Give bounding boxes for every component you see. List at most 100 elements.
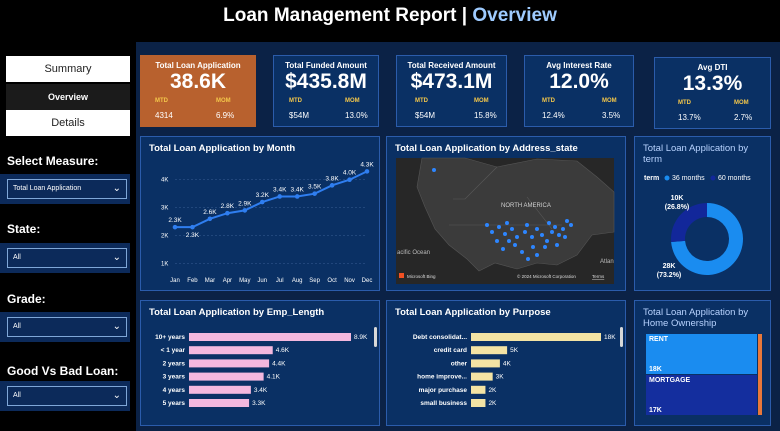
kpi-card-avg-interest-rate[interactable]: Avg Interest Rate 12.0% MTD MOM 12.4% 3.… <box>524 55 634 127</box>
x-tick-label: Dec <box>362 278 373 284</box>
kpi-value: 13.3% <box>682 72 743 95</box>
term-donut-panel[interactable]: Total Loan Application by term term 36 mo… <box>634 136 771 291</box>
main-canvas: Total Loan Application 38.6K MTD MOM 431… <box>136 42 780 431</box>
y-tick-label: 4K <box>161 178 168 184</box>
x-tick-label: Feb <box>187 278 198 284</box>
kpi-value: 12.0% <box>549 70 609 93</box>
kpi-mom-label: MOM <box>216 98 231 104</box>
data-point <box>312 191 317 196</box>
data-label: 2.3K <box>168 217 182 224</box>
home-ownership-panel[interactable]: Total Loan Application by Home Ownership… <box>634 300 771 426</box>
data-point <box>277 194 283 199</box>
data-label: 2K <box>488 387 497 394</box>
x-tick-label: Sep <box>309 278 320 284</box>
state-map[interactable]: NORTH AMERICA acific Ocean Atlan Microso… <box>387 137 625 290</box>
nav-overview-button[interactable]: Overview <box>6 84 130 110</box>
data-label: 2.9K <box>238 200 252 207</box>
kpi-card-total-loan-application[interactable]: Total Loan Application 38.6K MTD MOM 431… <box>140 55 256 127</box>
map-terms-link[interactable]: Terms <box>592 274 605 279</box>
legend-item: 36 months <box>672 175 705 182</box>
state-select[interactable]: All ⌄ <box>0 243 130 273</box>
x-tick-label: May <box>239 278 250 284</box>
monthly-line-chart-panel[interactable]: Total Loan Application by Month 1K 2K 3K 4K… <box>140 136 380 291</box>
state-dot <box>523 230 527 234</box>
monthly-line-chart: 1K 2K 3K 4K 2.3K Jan 2.3K Feb 2.6K Mar 2.8K Apr 2.9K… <box>161 161 374 284</box>
treemap-other-tile[interactable] <box>758 334 762 415</box>
treemap-mortgage-tile[interactable]: MORTGAGE 17K <box>646 375 757 415</box>
measure-select-box[interactable]: Total Loan Application ⌄ <box>7 179 127 199</box>
nav-summary-button[interactable]: Summary <box>6 56 130 82</box>
data-label: 3.3K <box>252 400 266 407</box>
treemap-rent-tile[interactable]: RENT 18K <box>646 334 757 374</box>
x-tick-label: Jun <box>257 278 267 284</box>
bar <box>189 372 264 381</box>
data-label: 2.6K <box>203 209 217 216</box>
measure-select-value: Total Loan Application <box>13 185 82 192</box>
state-dot <box>535 253 539 257</box>
state-select-box[interactable]: All ⌄ <box>7 248 127 268</box>
state-dot <box>553 225 557 229</box>
state-dot <box>535 227 539 231</box>
data-label: 2.3K <box>186 232 200 239</box>
kpi-card-avg-dti[interactable]: Avg DTI 13.3% MTD MOM 13.7% 2.7% <box>654 57 771 129</box>
bing-logo-icon <box>399 273 404 278</box>
state-dot <box>555 243 559 247</box>
grade-select-box[interactable]: All ⌄ <box>7 317 127 337</box>
y-tick-label: 2K <box>161 234 168 240</box>
kpi-card-total-received-amount[interactable]: Total Received Amount $473.1M MTD MOM $5… <box>396 55 507 127</box>
bar <box>471 372 493 381</box>
state-dot <box>561 227 565 231</box>
scrollbar-thumb[interactable] <box>374 327 377 347</box>
scrollbar-thumb[interactable] <box>620 327 623 347</box>
slice-label: 28K <box>663 263 676 270</box>
category-label: 3 years <box>163 374 186 381</box>
category-label: 4 years <box>163 387 186 394</box>
bar <box>471 399 486 407</box>
bar <box>471 333 601 341</box>
chevron-down-icon: ⌄ <box>112 183 121 194</box>
state-dot <box>515 235 519 239</box>
emp-length-bar-panel[interactable]: Total Loan Application by Emp_Length 10+… <box>140 300 380 426</box>
category-label: 10+ years <box>155 334 185 341</box>
state-dot <box>545 239 549 243</box>
state-dot <box>569 223 573 227</box>
measure-select[interactable]: Total Loan Application ⌄ <box>0 174 130 204</box>
kpi-mtd-label: MTD <box>678 100 691 106</box>
grade-select[interactable]: All ⌄ <box>0 312 130 342</box>
kpi-value: $473.1M <box>410 70 493 93</box>
page-name: Overview <box>472 5 557 26</box>
data-label: 4.3K <box>360 161 374 168</box>
bar <box>189 385 251 394</box>
x-tick-label: Jul <box>276 278 284 284</box>
x-tick-label: Jan <box>170 278 180 284</box>
purpose-bar-panel[interactable]: Total Loan Application by Purpose Debt c… <box>386 300 626 426</box>
category-label: credit card <box>434 347 467 354</box>
kpi-mom-label: MOM <box>345 98 360 104</box>
data-label: 3.5K <box>308 184 322 191</box>
state-dot <box>540 233 544 237</box>
kpi-title: Avg Interest Rate <box>546 61 612 70</box>
kpi-mom-label: MOM <box>734 100 749 106</box>
nav-details-button[interactable]: Details <box>6 110 130 136</box>
data-point <box>172 224 178 230</box>
kpi-card-total-funded-amount[interactable]: Total Funded Amount $435.8M MTD MOM $54M… <box>273 55 379 127</box>
legend-marker <box>710 175 716 181</box>
data-label: 4.0K <box>343 170 357 177</box>
state-dot <box>505 221 509 225</box>
category-label: 5 years <box>163 400 186 407</box>
category-label: 2 years <box>163 360 186 367</box>
report-title: Loan Management Report <box>223 5 457 26</box>
x-tick-label: Aug <box>292 278 303 284</box>
kpi-title: Total Funded Amount <box>285 61 367 70</box>
map-region-label: NORTH AMERICA <box>501 203 551 209</box>
kpi-mom-value: 2.7% <box>734 113 753 122</box>
good-bad-select[interactable]: All ⌄ <box>0 381 130 411</box>
state-dot <box>501 247 505 251</box>
map-copyright: © 2024 Microsoft Corporation <box>517 273 576 279</box>
state-map-panel[interactable]: Total Loan Application by Address_state … <box>386 136 626 291</box>
data-point <box>207 216 213 222</box>
bar <box>189 333 351 341</box>
kpi-title: Avg DTI <box>697 63 728 72</box>
good-bad-select-box[interactable]: All ⌄ <box>7 386 127 406</box>
category-label: small business <box>420 400 467 407</box>
